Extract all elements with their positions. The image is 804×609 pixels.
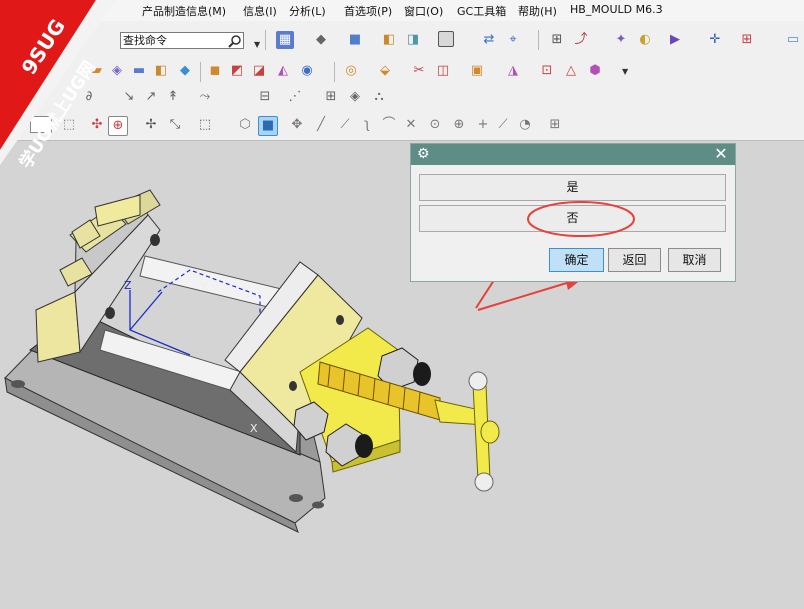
highlight-annotation [527, 201, 635, 237]
